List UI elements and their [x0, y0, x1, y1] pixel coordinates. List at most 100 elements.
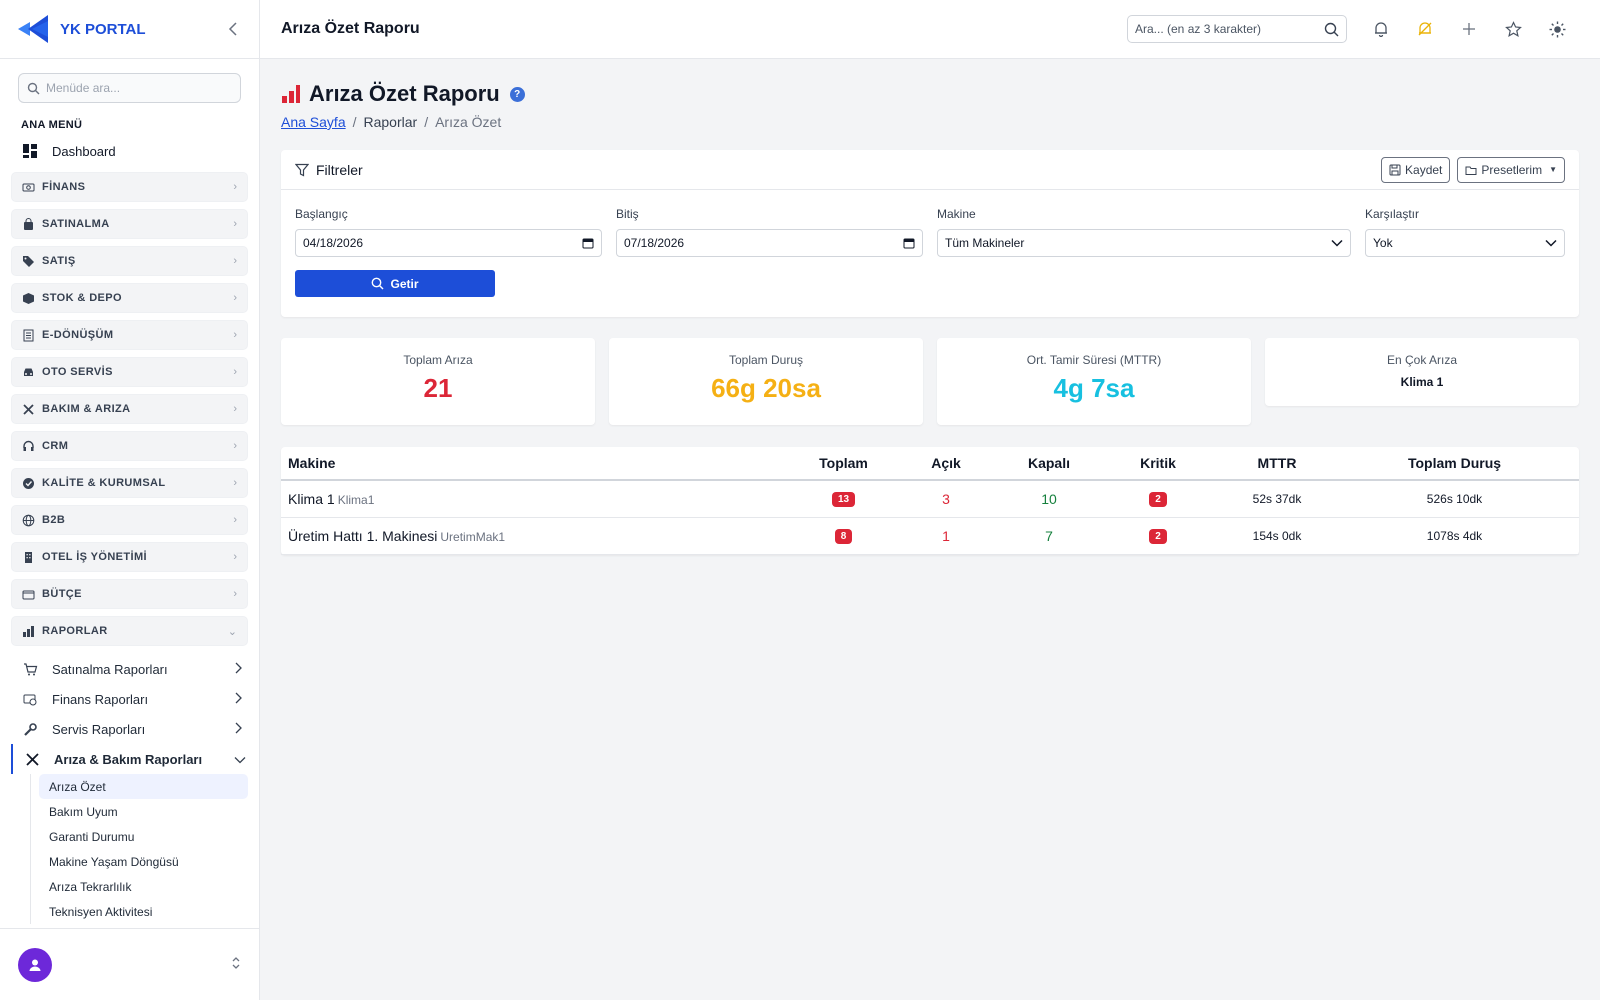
chevron-right-icon: › [233, 514, 237, 526]
filters-header: Filtreler Kaydet Presetlerim ▼ [281, 150, 1579, 190]
global-search-input[interactable] [1135, 22, 1324, 36]
sub-label: Finans Raporları [52, 691, 149, 707]
group-label: CRM [42, 440, 69, 452]
tools-icon [24, 751, 40, 767]
critical-badge: 2 [1149, 492, 1167, 508]
avatar[interactable] [18, 947, 52, 982]
sidebar-group-e-donusum[interactable]: E-DÖNÜŞÜM › [11, 320, 248, 350]
user-icon [29, 959, 41, 971]
group-label: FİNANS [42, 181, 86, 193]
money-icon [22, 181, 35, 194]
sidebar-group-otel[interactable]: OTEL İŞ YÖNETİMİ › [11, 542, 248, 572]
kpi-value: 4g 7sa [1053, 373, 1135, 403]
sidebar-leaf-garanti-durumu[interactable]: Garanti Durumu [39, 824, 248, 849]
sidebar-group-satis[interactable]: SATIŞ › [11, 246, 248, 276]
end-date-input[interactable]: 07/18/2026 [616, 229, 923, 257]
mute-notifications-button[interactable] [1403, 14, 1447, 44]
col-machine: Makine [281, 447, 801, 481]
machine-name: Klima 1 [288, 490, 335, 507]
sidebar-leaf-ariza-tekrarlilik[interactable]: Arıza Tekrarlılık [39, 874, 248, 899]
sidebar-group-kalite-kurumsal[interactable]: KALİTE & KURUMSAL › [11, 468, 248, 498]
machine-code: UretimMak1 [440, 529, 506, 544]
table-row[interactable]: Klima 1 Klima1 13 3 10 2 52s 37dk 526s 10… [281, 480, 1579, 518]
headset-icon [22, 440, 35, 453]
save-preset-button[interactable]: Kaydet [1381, 156, 1451, 183]
closed-cell: 7 [1006, 517, 1092, 555]
sidebar-item-servis-raporlari[interactable]: Servis Raporları [22, 714, 248, 744]
kpi-label: Toplam Arıza [403, 353, 473, 367]
sidebar-group-butce[interactable]: BÜTÇE › [11, 579, 248, 609]
sidebar-leaf-bakim-uyum[interactable]: Bakım Uyum [39, 799, 248, 824]
sidebar-group-crm[interactable]: CRM › [11, 431, 248, 461]
sidebar-collapse-icon[interactable] [223, 19, 243, 39]
breadcrumb-home-link[interactable]: Ana Sayfa [281, 114, 346, 130]
chevron-right-icon: › [233, 218, 237, 230]
leaf-list: Arıza Özet Bakım Uyum Garanti Durumu Mak… [30, 774, 259, 924]
bar-chart-icon [22, 625, 35, 638]
expand-toggle-icon[interactable] [231, 956, 241, 973]
col-mttr: MTTR [1224, 447, 1330, 481]
brand-header: YK PORTAL [0, 0, 259, 59]
presets-dropdown-button[interactable]: Presetlerim ▼ [1457, 156, 1565, 183]
menu-search-input[interactable] [46, 81, 216, 95]
machine-value: Tüm Makineler [945, 236, 1025, 250]
sidebar-group-oto-servis[interactable]: OTO SERVİS › [11, 357, 248, 387]
compare-select[interactable]: Yok [1365, 229, 1565, 257]
col-closed: Kapalı [1006, 447, 1092, 481]
folder-icon [1465, 166, 1477, 175]
total-cell: 13 [801, 480, 886, 518]
sidebar-item-satinalma-raporlari[interactable]: Satınalma Raporları [22, 654, 248, 684]
chevron-right-icon: › [233, 292, 237, 304]
chevron-down-icon [1331, 239, 1343, 247]
kpi-most-faults: En Çok Arıza Klima 1 [1265, 338, 1579, 406]
sidebar-group-b2b[interactable]: B2B › [11, 505, 248, 535]
col-open: Açık [886, 447, 1006, 481]
faults-table: Makine Toplam Açık Kapalı Kritik MTTR To… [281, 447, 1579, 555]
group-label: BAKIM & ARIZA [42, 403, 131, 415]
group-label: OTEL İŞ YÖNETİMİ [42, 551, 148, 563]
sidebar-group-finans[interactable]: FİNANS › [11, 172, 248, 202]
sidebar-group-satinalma[interactable]: SATINALMA › [11, 209, 248, 239]
kpi-total-faults: Toplam Arıza 21 [281, 338, 595, 425]
filters-title: Filtreler [316, 161, 363, 178]
col-total: Toplam [801, 447, 886, 481]
calendar-icon[interactable] [582, 237, 594, 249]
sidebar-group-raporlar[interactable]: RAPORLAR ⌄ [11, 616, 248, 646]
filters-card: Filtreler Kaydet Presetlerim ▼ Başlangıç… [281, 150, 1579, 317]
group-label: SATIŞ [42, 255, 76, 267]
sidebar-group-stok-depo[interactable]: STOK & DEPO › [11, 283, 248, 313]
favorites-button[interactable] [1491, 14, 1535, 44]
chevron-right-icon: › [233, 551, 237, 563]
table-row[interactable]: Üretim Hattı 1. Makinesi UretimMak1 8 1 7… [281, 517, 1579, 555]
theme-toggle-button[interactable] [1535, 14, 1579, 44]
global-search[interactable] [1127, 15, 1347, 43]
calendar-icon[interactable] [903, 237, 915, 249]
sidebar-item-finans-raporlari[interactable]: Finans Raporları [22, 684, 248, 714]
sidebar-group-bakim-ariza[interactable]: BAKIM & ARIZA › [11, 394, 248, 424]
machine-cell: Üretim Hattı 1. Makinesi UretimMak1 [281, 517, 801, 555]
sidebar-item-ariza-bakim-raporlari[interactable]: Arıza & Bakım Raporları [11, 744, 248, 774]
help-icon[interactable]: ? [509, 86, 525, 102]
total-cell: 8 [801, 517, 886, 555]
group-label: KALİTE & KURUMSAL [42, 477, 166, 489]
search-icon[interactable] [1324, 22, 1339, 37]
sidebar-leaf-teknisyen-aktivitesi[interactable]: Teknisyen Aktivitesi [39, 899, 248, 924]
start-date-input[interactable]: 04/18/2026 [295, 229, 602, 257]
car-icon [22, 366, 35, 379]
presets-label: Presetlerim [1481, 162, 1543, 177]
menu-search[interactable] [18, 73, 241, 103]
submit-button[interactable]: Getir [295, 270, 495, 297]
group-label: STOK & DEPO [42, 292, 122, 304]
notifications-button[interactable] [1359, 14, 1403, 44]
bell-slash-icon [1418, 22, 1432, 36]
sidebar-item-dashboard[interactable]: Dashboard [22, 137, 259, 165]
filter-fields: Başlangıç 04/18/2026 Bitiş 07/18/2026 Ma… [281, 190, 1579, 257]
add-button[interactable] [1447, 14, 1491, 44]
chevron-down-icon [1545, 239, 1557, 247]
sidebar-leaf-makine-yasam-dongusu[interactable]: Makine Yaşam Döngüsü [39, 849, 248, 874]
bar-chart-icon [282, 85, 300, 103]
sidebar-leaf-ariza-ozet[interactable]: Arıza Özet [39, 774, 248, 799]
downtime-cell: 1078s 4dk [1330, 517, 1579, 555]
machine-select[interactable]: Tüm Makineler [937, 229, 1351, 257]
